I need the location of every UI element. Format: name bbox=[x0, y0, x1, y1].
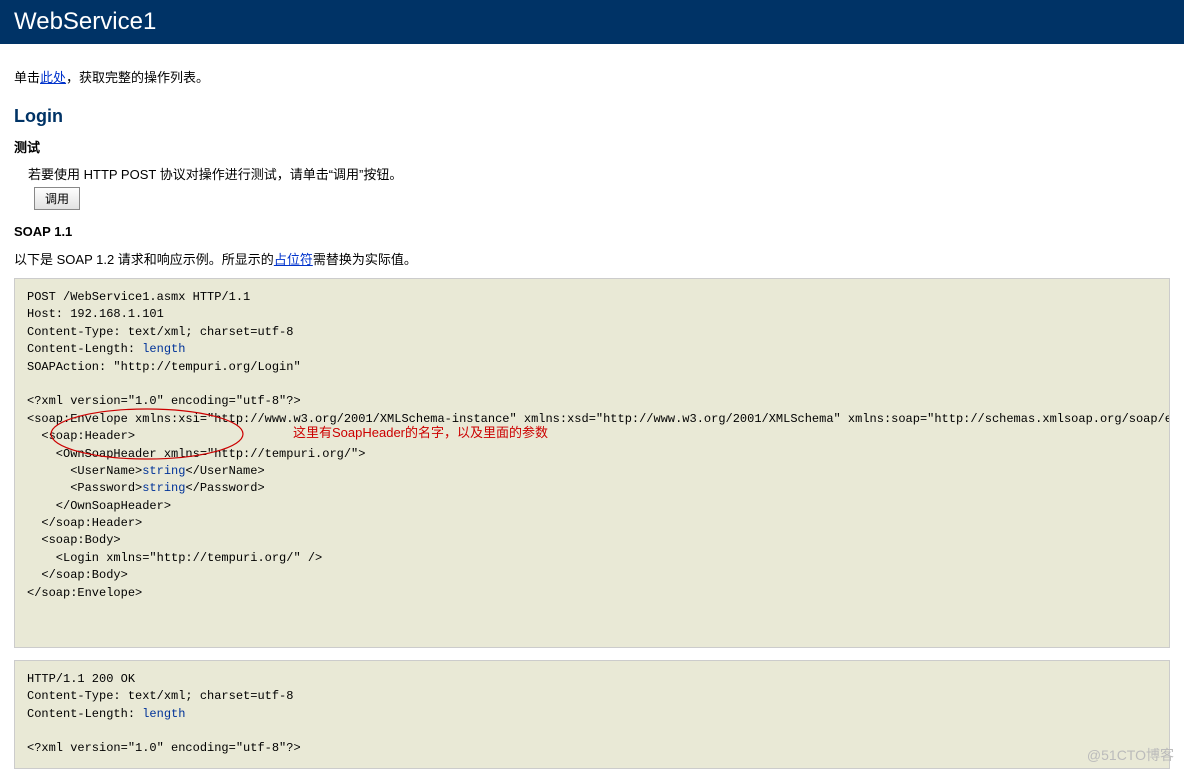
watermark: @51CTO博客 bbox=[1087, 745, 1174, 765]
operation-name: Login bbox=[14, 106, 1170, 127]
resp-line: Content-Type: text/xml; charset=utf-8 bbox=[27, 689, 293, 703]
page-header: WebService1 bbox=[0, 0, 1184, 44]
here-link[interactable]: 此处 bbox=[40, 70, 66, 85]
req-line: Content-Type: text/xml; charset=utf-8 bbox=[27, 325, 293, 339]
page-title: WebService1 bbox=[14, 8, 156, 35]
req-line: </OwnSoapHeader> bbox=[27, 499, 171, 513]
soap-desc: 以下是 SOAP 1.2 请求和响应示例。所显示的占位符需替换为实际值。 bbox=[14, 249, 1170, 268]
soap-label: SOAP 1.1 bbox=[14, 224, 1170, 239]
soap-desc-suffix: 需替换为实际值。 bbox=[313, 252, 417, 267]
resp-line: Content-Length: bbox=[27, 707, 142, 721]
invoke-button[interactable]: 调用 bbox=[34, 187, 80, 210]
placeholder-string: string bbox=[142, 481, 185, 495]
req-line: </soap:Header> bbox=[27, 516, 142, 530]
placeholder-string: string bbox=[142, 464, 185, 478]
req-line: </Password> bbox=[185, 481, 264, 495]
response-code-box: HTTP/1.1 200 OK Content-Type: text/xml; … bbox=[14, 660, 1170, 769]
req-line: SOAPAction: "http://tempuri.org/Login" bbox=[27, 360, 301, 374]
req-line: Content-Length: bbox=[27, 342, 142, 356]
req-line: </soap:Envelope> bbox=[27, 586, 142, 600]
req-line: </UserName> bbox=[185, 464, 264, 478]
req-line: <soap:Envelope xmlns:xsi="http://www.w3.… bbox=[27, 412, 1170, 426]
placeholder-link[interactable]: 占位符 bbox=[274, 252, 313, 267]
req-line: <UserName> bbox=[27, 464, 142, 478]
test-desc: 若要使用 HTTP POST 协议对操作进行测试，请单击“调用”按钮。 bbox=[28, 164, 1170, 183]
intro-line: 单击此处，获取完整的操作列表。 bbox=[14, 67, 1170, 86]
req-line: <soap:Header> bbox=[27, 429, 135, 443]
req-line: POST /WebService1.asmx HTTP/1.1 bbox=[27, 290, 250, 304]
resp-line: <?xml version="1.0" encoding="utf-8"?> bbox=[27, 741, 301, 755]
placeholder-length: length bbox=[142, 707, 185, 721]
req-line: Host: 192.168.1.101 bbox=[27, 307, 164, 321]
req-line: <Login xmlns="http://tempuri.org/" /> bbox=[27, 551, 322, 565]
placeholder-length: length bbox=[142, 342, 185, 356]
annotation-text: 这里有SoapHeader的名字，以及里面的参数 bbox=[293, 424, 548, 443]
request-code-box: POST /WebService1.asmx HTTP/1.1 Host: 19… bbox=[14, 278, 1170, 648]
test-heading: 测试 bbox=[14, 137, 1170, 156]
req-line: <OwnSoapHeader xmlns="http://tempuri.org… bbox=[27, 447, 365, 461]
test-block: 若要使用 HTTP POST 协议对操作进行测试，请单击“调用”按钮。 调用 bbox=[14, 164, 1170, 210]
req-line: <?xml version="1.0" encoding="utf-8"?> bbox=[27, 394, 301, 408]
content-area: 单击此处，获取完整的操作列表。 Login 测试 若要使用 HTTP POST … bbox=[0, 44, 1184, 769]
intro-suffix: ，获取完整的操作列表。 bbox=[66, 70, 209, 85]
intro-prefix: 单击 bbox=[14, 70, 40, 85]
resp-line: HTTP/1.1 200 OK bbox=[27, 672, 135, 686]
soap-desc-prefix: 以下是 SOAP 1.2 请求和响应示例。所显示的 bbox=[14, 252, 274, 267]
req-line: <soap:Body> bbox=[27, 533, 121, 547]
req-line: <Password> bbox=[27, 481, 142, 495]
req-line: </soap:Body> bbox=[27, 568, 128, 582]
